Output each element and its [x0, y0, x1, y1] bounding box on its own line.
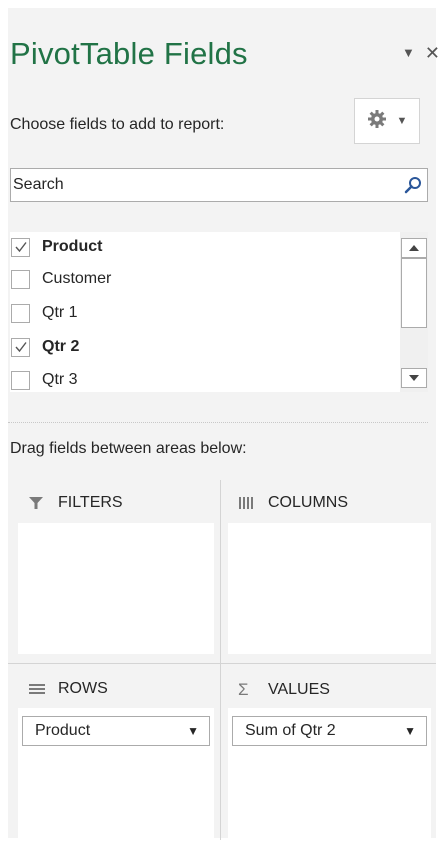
drag-fields-label: Drag fields between areas below: [10, 440, 247, 457]
search-box [10, 168, 428, 202]
chip-label: Sum of Qtr 2 [245, 722, 336, 739]
field-label: Product [42, 238, 103, 255]
chevron-down-icon: ▼ [396, 115, 408, 127]
checkbox[interactable] [11, 337, 30, 357]
search-input[interactable] [11, 169, 399, 201]
rows-icon [28, 681, 48, 697]
chevron-down-icon[interactable]: ▼ [404, 724, 416, 738]
checkbox[interactable] [11, 269, 30, 289]
search-icon[interactable] [399, 169, 427, 201]
field-label: Qtr 1 [42, 304, 78, 321]
values-area-label: VALUES [268, 681, 330, 698]
filters-drop-area[interactable] [18, 523, 214, 654]
columns-area-label: COLUMNS [268, 494, 349, 511]
field-label: Qtr 3 [42, 371, 78, 388]
columns-area-header: COLUMNS [238, 494, 348, 512]
tools-button[interactable]: ▼ [354, 98, 420, 144]
close-icon[interactable]: ✕ [425, 44, 440, 62]
title-controls: ▼ ✕ [402, 44, 440, 62]
choose-fields-label: Choose fields to add to report: [10, 116, 225, 133]
field-item-qtr-2[interactable]: Qtr 2 [10, 332, 79, 362]
columns-drop-area[interactable] [228, 523, 431, 654]
rows-area-header: ROWS [28, 680, 108, 698]
area-horizontal-divider [8, 663, 436, 664]
field-item-product[interactable]: Product [10, 232, 102, 262]
field-item-qtr-1[interactable]: Qtr 1 [10, 298, 78, 328]
sigma-icon: Σ [238, 680, 249, 699]
chip-label: Product [35, 722, 91, 739]
field-list: Product Customer Qtr 1 Qtr 2 Qtr 3 [10, 232, 428, 392]
rows-field-chip[interactable]: Product ▼ [22, 716, 210, 746]
arrow-down-icon [409, 375, 419, 381]
section-divider [8, 422, 428, 423]
field-item-qtr-3[interactable]: Qtr 3 [10, 365, 78, 392]
filters-area-label: FILTERS [58, 494, 123, 511]
gear-icon [367, 109, 387, 134]
task-pane-options-icon[interactable]: ▼ [402, 44, 415, 62]
filter-icon [28, 495, 48, 511]
checkbox[interactable] [11, 370, 30, 390]
scroll-down-button[interactable] [401, 368, 427, 388]
filters-area-header: FILTERS [28, 494, 123, 512]
arrow-up-icon [409, 245, 419, 251]
area-vertical-divider [220, 480, 221, 840]
field-list-scrollbar[interactable] [400, 232, 428, 392]
field-label: Qtr 2 [42, 338, 80, 355]
rows-area-label: ROWS [58, 680, 108, 697]
pane-title: PivotTable Fields [10, 36, 248, 71]
field-item-customer[interactable]: Customer [10, 264, 111, 294]
columns-icon [238, 495, 258, 511]
chevron-down-icon[interactable]: ▼ [187, 724, 199, 738]
values-area-header: Σ VALUES [238, 680, 330, 700]
scroll-up-button[interactable] [401, 238, 427, 258]
field-label: Customer [42, 270, 112, 287]
scroll-thumb[interactable] [401, 258, 427, 328]
checkbox[interactable] [11, 303, 30, 323]
checkbox[interactable] [11, 237, 30, 257]
values-field-chip[interactable]: Sum of Qtr 2 ▼ [232, 716, 427, 746]
